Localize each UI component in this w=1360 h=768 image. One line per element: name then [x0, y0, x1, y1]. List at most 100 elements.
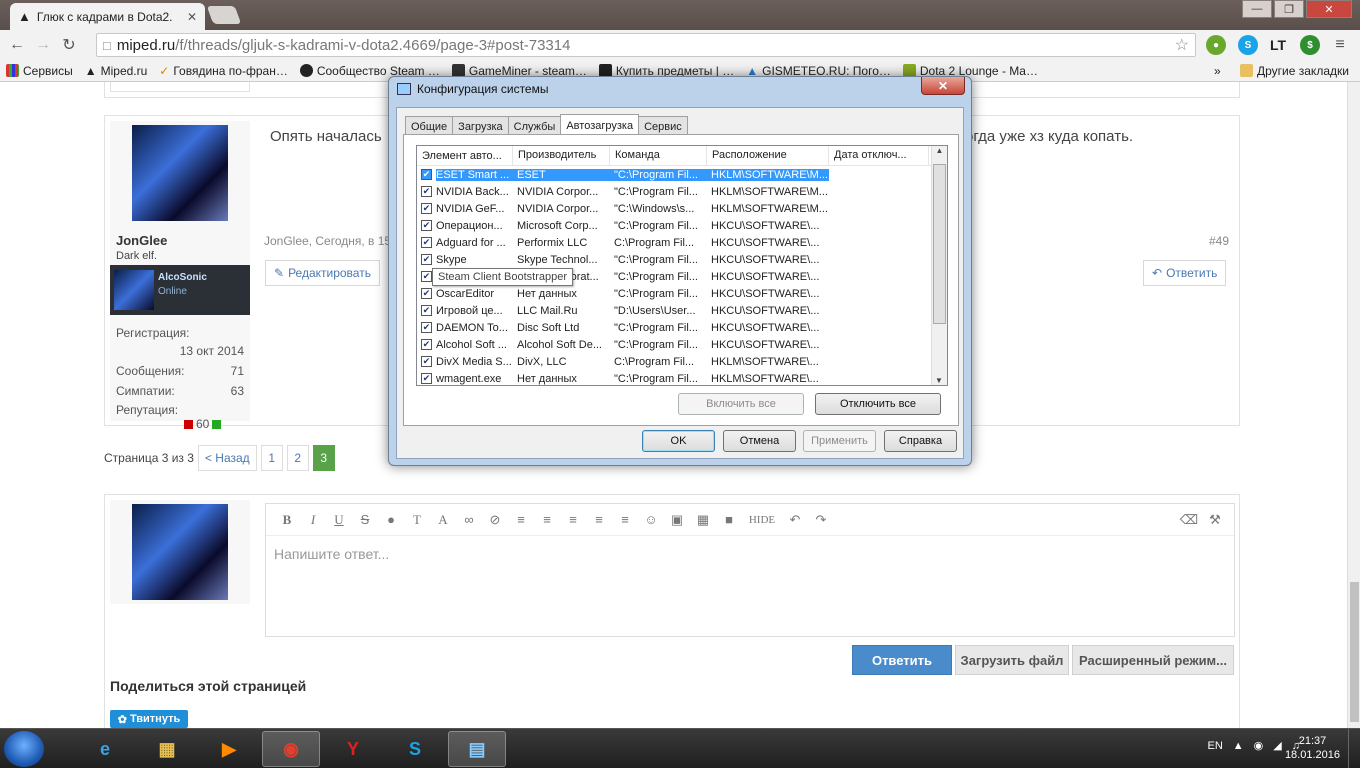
- startup-row[interactable]: ✔ NVIDIA Back... NVIDIA Corpor... "C:\Progr…: [417, 183, 947, 200]
- startup-checkbox[interactable]: ✔: [421, 356, 432, 367]
- media-player-taskbar-icon[interactable]: ▶: [200, 731, 258, 767]
- skype-ext-icon[interactable]: S: [1238, 35, 1258, 55]
- tray-arrow-icon[interactable]: ▲: [1233, 740, 1244, 752]
- start-button[interactable]: [4, 731, 44, 767]
- other-bookmarks[interactable]: Другие закладки: [1234, 64, 1355, 78]
- tab-services[interactable]: Службы: [507, 116, 562, 136]
- number-list-icon[interactable]: ≡: [560, 512, 586, 527]
- new-tab-button[interactable]: [206, 6, 242, 24]
- startup-row[interactable]: ✔ NVIDIA GeF... NVIDIA Corpor... "C:\Window…: [417, 200, 947, 217]
- minimize-icon[interactable]: —: [1242, 0, 1272, 18]
- startup-checkbox[interactable]: ✔: [421, 220, 432, 231]
- avatar[interactable]: [132, 125, 228, 221]
- startup-row[interactable]: ✔ DivX Media S... DivX, LLC C:\Program Fil.…: [417, 353, 947, 370]
- startup-row[interactable]: ✔ Игровой це... LLC Mail.Ru "D:\Users\User.…: [417, 302, 947, 319]
- username[interactable]: JonGlee: [116, 233, 167, 248]
- close-tab-icon[interactable]: ✕: [187, 10, 197, 24]
- apply-button[interactable]: Применить: [803, 430, 876, 452]
- startup-checkbox[interactable]: ✔: [421, 373, 432, 384]
- show-desktop-button[interactable]: [1348, 729, 1360, 768]
- font-icon[interactable]: A: [430, 512, 456, 528]
- tab-boot[interactable]: Загрузка: [452, 116, 509, 136]
- browser-tab[interactable]: ▲ Глюк с кадрами в Dota2. ✕: [10, 3, 205, 30]
- reload-icon[interactable]: ↻: [56, 35, 82, 55]
- ok-button[interactable]: OK: [642, 430, 715, 452]
- startup-row[interactable]: ✔ wmagent.exe Нет данных "C:\Program Fil...…: [417, 370, 947, 385]
- chrome-taskbar-icon[interactable]: ◉: [262, 731, 320, 767]
- startup-checkbox[interactable]: ✔: [421, 322, 432, 333]
- scroll-up-icon[interactable]: ▲: [932, 146, 947, 155]
- smiley-icon[interactable]: ☺: [638, 512, 664, 527]
- disable-all-button[interactable]: Отключить все: [815, 393, 941, 415]
- enable-all-button[interactable]: Включить все: [678, 393, 804, 415]
- col-item[interactable]: Элемент авто...: [417, 146, 513, 165]
- startup-checkbox[interactable]: ✔: [421, 169, 432, 180]
- menu-icon[interactable]: ≡: [1330, 35, 1350, 55]
- dollar-ext-icon[interactable]: $: [1300, 35, 1320, 55]
- strike-icon[interactable]: S: [352, 512, 378, 527]
- startup-checkbox[interactable]: ✔: [421, 254, 432, 265]
- yandex-taskbar-icon[interactable]: Y: [324, 731, 382, 767]
- steam-mini-profile[interactable]: AlcoSonic Online: [110, 265, 250, 315]
- ie-taskbar-icon[interactable]: e: [76, 731, 134, 767]
- undo-icon[interactable]: ↶: [782, 512, 808, 528]
- col-manufacturer[interactable]: Производитель: [513, 146, 610, 165]
- close-window-icon[interactable]: ✕: [1306, 0, 1352, 18]
- font-size-icon[interactable]: T: [404, 512, 430, 528]
- col-date-disabled[interactable]: Дата отключ...: [829, 146, 929, 165]
- explorer-taskbar-icon[interactable]: ▦: [138, 731, 196, 767]
- bookmark-services[interactable]: Сервисы: [0, 64, 79, 78]
- prev-page-button[interactable]: < Назад: [197, 445, 257, 471]
- startup-row[interactable]: ✔ Операцион... Microsoft Corp... "C:\Progra…: [417, 217, 947, 234]
- page-scrollbar-thumb[interactable]: [1350, 582, 1359, 722]
- startup-row[interactable]: ✔ ESET Smart ... ESET "C:\Program Fil... HKL…: [417, 166, 947, 183]
- bookmark-miped[interactable]: ▲ Miped.ru: [79, 64, 154, 78]
- tray-app-icon[interactable]: ◉: [1254, 739, 1264, 752]
- col-command[interactable]: Команда: [610, 146, 707, 165]
- maximize-icon[interactable]: ❐: [1274, 0, 1304, 18]
- bold-icon[interactable]: B: [274, 512, 300, 528]
- startup-row[interactable]: ✔ Alcohol Soft ... Alcohol Soft De... "C:\P…: [417, 336, 947, 353]
- address-bar[interactable]: □ miped.ru/f/threads/gljuk-s-kadrami-v-d…: [96, 33, 1196, 57]
- tweet-button[interactable]: ✿ Твитнуть: [110, 710, 188, 728]
- language-indicator[interactable]: EN: [1208, 740, 1223, 752]
- startup-row[interactable]: ✔ Adguard for ... Performix LLC C:\Program …: [417, 234, 947, 251]
- tab-tools[interactable]: Сервис: [638, 116, 688, 136]
- bookmark-star-icon[interactable]: ☆: [1175, 35, 1189, 55]
- skype-taskbar-icon[interactable]: S: [386, 731, 444, 767]
- msconfig-taskbar-icon[interactable]: ▤: [448, 731, 506, 767]
- wrench-icon[interactable]: ⚒: [1202, 512, 1228, 528]
- media-icon[interactable]: ▦: [690, 512, 716, 528]
- page-1-button[interactable]: 1: [260, 445, 283, 471]
- align-icon[interactable]: ≡: [508, 512, 534, 527]
- redo-icon[interactable]: ↷: [808, 512, 834, 528]
- startup-checkbox[interactable]: ✔: [421, 339, 432, 350]
- reply-button[interactable]: ↶ Ответить: [1143, 260, 1227, 286]
- page-scrollbar[interactable]: [1347, 82, 1360, 728]
- color-icon[interactable]: ●: [378, 512, 404, 527]
- network-icon[interactable]: ◢: [1273, 739, 1281, 752]
- dialog-titlebar[interactable]: Конфигурация системы: [397, 82, 548, 96]
- underline-icon[interactable]: U: [326, 512, 352, 528]
- edit-button[interactable]: ✎ Редактировать: [265, 260, 380, 286]
- startup-checkbox[interactable]: ✔: [421, 271, 432, 282]
- rep-plus-icon[interactable]: [212, 419, 222, 429]
- tab-startup[interactable]: Автозагрузка: [560, 114, 640, 136]
- rep-minus-icon[interactable]: [184, 419, 193, 429]
- startup-row[interactable]: ✔ DAEMON To... Disc Soft Ltd "C:\Program Fi…: [417, 319, 947, 336]
- list-scroll-thumb[interactable]: [933, 164, 946, 324]
- advanced-mode-button[interactable]: Расширенный режим...: [1072, 645, 1234, 675]
- upload-file-button[interactable]: Загрузить файл: [955, 645, 1069, 675]
- bookmarks-more[interactable]: »: [1214, 64, 1221, 78]
- eraser-icon[interactable]: ⌫: [1176, 512, 1202, 528]
- dialog-close-button[interactable]: ✕: [921, 77, 965, 95]
- ext-green-icon[interactable]: ●: [1206, 35, 1226, 55]
- image-icon[interactable]: ▣: [664, 512, 690, 528]
- back-icon[interactable]: ←: [4, 36, 30, 54]
- italic-icon[interactable]: I: [300, 512, 326, 528]
- startup-checkbox[interactable]: ✔: [421, 186, 432, 197]
- startup-checkbox[interactable]: ✔: [421, 203, 432, 214]
- startup-checkbox[interactable]: ✔: [421, 288, 432, 299]
- clock[interactable]: 21:37 18.01.2016: [1285, 734, 1340, 762]
- forward-icon[interactable]: →: [30, 36, 56, 54]
